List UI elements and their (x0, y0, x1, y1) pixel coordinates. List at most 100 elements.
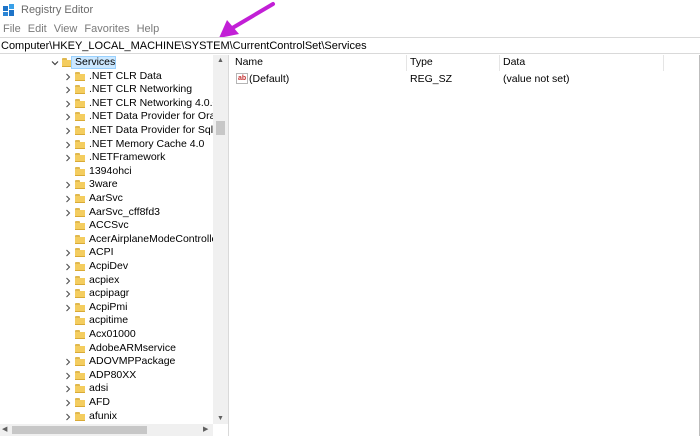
registry-editor-window: Registry Editor File Edit View Favorites… (0, 0, 700, 436)
folder-icon (75, 384, 85, 394)
tree-item[interactable]: AarSvc_cff8fd3 (0, 206, 213, 219)
tree-item[interactable]: .NET CLR Networking 4.0.0.0 (0, 97, 227, 110)
folder-icon (75, 316, 85, 326)
chevron-right-icon[interactable] (64, 154, 72, 162)
folder-icon (75, 234, 85, 244)
folder-icon (75, 302, 85, 312)
tree-item-label: ACPI (89, 246, 114, 259)
chevron-right-icon[interactable] (64, 358, 72, 366)
chevron-right-icon[interactable] (64, 304, 72, 312)
menu-edit[interactable]: Edit (25, 23, 51, 35)
chevron-right-icon[interactable] (64, 277, 72, 285)
menu-file[interactable]: File (0, 23, 25, 35)
address-path[interactable]: Computer\HKEY_LOCAL_MACHINE\SYSTEM\Curre… (1, 40, 367, 52)
key-tree-pane[interactable]: Services .NET CLR Data .NET CLR Networkin… (0, 55, 229, 436)
column-header: Name Type Data (231, 55, 700, 71)
tree-item[interactable]: adsi (0, 382, 213, 395)
folder-icon (75, 112, 85, 122)
tree-item[interactable]: ADOVMPPackage (0, 355, 213, 368)
tree-item-label: .NET CLR Networking 4.0.0.0 (89, 96, 228, 109)
tree-item-services[interactable]: Services (0, 56, 213, 69)
scroll-up-icon[interactable]: ▲ (217, 57, 224, 65)
tree-item-label: .NETFramework (89, 151, 166, 164)
tree-item-label: AcpiPmi (89, 300, 128, 313)
chevron-right-icon[interactable] (64, 385, 72, 393)
scrollbar-thumb[interactable] (216, 121, 225, 135)
tree-item-label: .NET Data Provider for SqlServ (89, 123, 229, 136)
window-title: Registry Editor (21, 4, 94, 16)
tree-item[interactable]: ADP80XX (0, 369, 213, 382)
tree-item[interactable]: AFD (0, 396, 213, 409)
column-divider[interactable] (499, 55, 500, 71)
folder-icon (75, 180, 85, 190)
chevron-right-icon[interactable] (64, 399, 72, 407)
tree-item-label: acpiex (89, 273, 120, 286)
folder-icon (75, 221, 85, 231)
tree-item[interactable]: .NET Memory Cache 4.0 (0, 138, 213, 151)
values-list-pane[interactable]: Name Type Data ab (Default) REG_SZ (valu… (231, 55, 700, 436)
column-name-header[interactable]: Name (235, 56, 263, 68)
tree-item-label: ADOVMPPackage (89, 355, 176, 368)
tree-item-label: ADP80XX (89, 368, 137, 381)
folder-icon (75, 153, 85, 163)
tree-item[interactable]: 1394ohci (0, 165, 213, 178)
tree-item[interactable]: acpiex (0, 274, 213, 287)
tree-item[interactable]: .NET CLR Networking (0, 83, 213, 96)
column-type-header[interactable]: Type (410, 56, 433, 68)
tree-item-label: AarSvc (89, 191, 123, 204)
tree-item[interactable]: Acx01000 (0, 328, 213, 341)
tree-item[interactable]: AcpiPmi (0, 301, 213, 314)
scroll-left-icon[interactable]: ◀ (2, 426, 7, 434)
tree-item[interactable]: AcpiDev (0, 260, 213, 273)
tree-item[interactable]: .NET CLR Data (0, 70, 213, 83)
tree-item[interactable]: AdobeARMservice (0, 342, 213, 355)
tree-item[interactable]: afunix (0, 410, 213, 423)
chevron-right-icon[interactable] (64, 290, 72, 298)
chevron-right-icon[interactable] (64, 73, 72, 81)
chevron-right-icon[interactable] (64, 249, 72, 257)
folder-icon (75, 329, 85, 339)
tree-item[interactable]: acpipagr (0, 287, 213, 300)
tree-horizontal-scrollbar[interactable]: ◀ ▶ (0, 424, 213, 436)
chevron-right-icon[interactable] (64, 127, 72, 135)
chevron-right-icon[interactable] (64, 263, 72, 271)
menu-favorites[interactable]: Favorites (81, 23, 133, 35)
column-data-header[interactable]: Data (503, 56, 525, 68)
chevron-right-icon[interactable] (64, 372, 72, 380)
scroll-right-icon[interactable]: ▶ (203, 426, 208, 434)
chevron-right-icon[interactable] (64, 141, 72, 149)
tree-item[interactable]: AcerAirplaneModeController (0, 233, 221, 246)
chevron-right-icon[interactable] (64, 195, 72, 203)
chevron-right-icon[interactable] (64, 113, 72, 121)
chevron-right-icon[interactable] (64, 100, 72, 108)
chevron-right-icon[interactable] (64, 413, 72, 421)
tree-item[interactable]: AarSvc (0, 192, 213, 205)
chevron-right-icon[interactable] (64, 86, 72, 94)
scroll-down-icon[interactable]: ▼ (217, 415, 224, 423)
folder-icon (75, 357, 85, 367)
tree-item[interactable]: ACCSvc (0, 219, 213, 232)
tree-item[interactable]: ACPI (0, 246, 213, 259)
chevron-down-icon[interactable] (51, 59, 59, 67)
value-type: REG_SZ (410, 73, 453, 85)
tree-item[interactable]: 3ware (0, 178, 213, 191)
menu-help[interactable]: Help (134, 23, 164, 35)
column-divider[interactable] (406, 55, 407, 71)
menu-bar: File Edit View Favorites Help (0, 21, 163, 37)
chevron-right-icon[interactable] (64, 181, 72, 189)
scrollbar-thumb[interactable] (12, 426, 147, 434)
regedit-icon (3, 4, 15, 16)
address-bar[interactable]: Computer\HKEY_LOCAL_MACHINE\SYSTEM\Curre… (0, 37, 700, 54)
chevron-right-icon[interactable] (64, 209, 72, 217)
tree-item[interactable]: .NET Data Provider for SqlServ (0, 124, 228, 137)
folder-icon (75, 98, 85, 108)
menu-view[interactable]: View (51, 23, 82, 35)
tree-item[interactable]: .NETFramework (0, 151, 213, 164)
value-name: (Default) (249, 73, 290, 85)
tree-item[interactable]: acpitime (0, 314, 213, 327)
folder-icon (75, 289, 85, 299)
value-row[interactable]: ab (Default) REG_SZ (value not set) (231, 72, 700, 86)
column-divider[interactable] (663, 55, 664, 71)
tree-vertical-scrollbar[interactable]: ▲ ▼ (213, 55, 228, 424)
tree-item[interactable]: .NET Data Provider for Oracle (0, 110, 228, 123)
